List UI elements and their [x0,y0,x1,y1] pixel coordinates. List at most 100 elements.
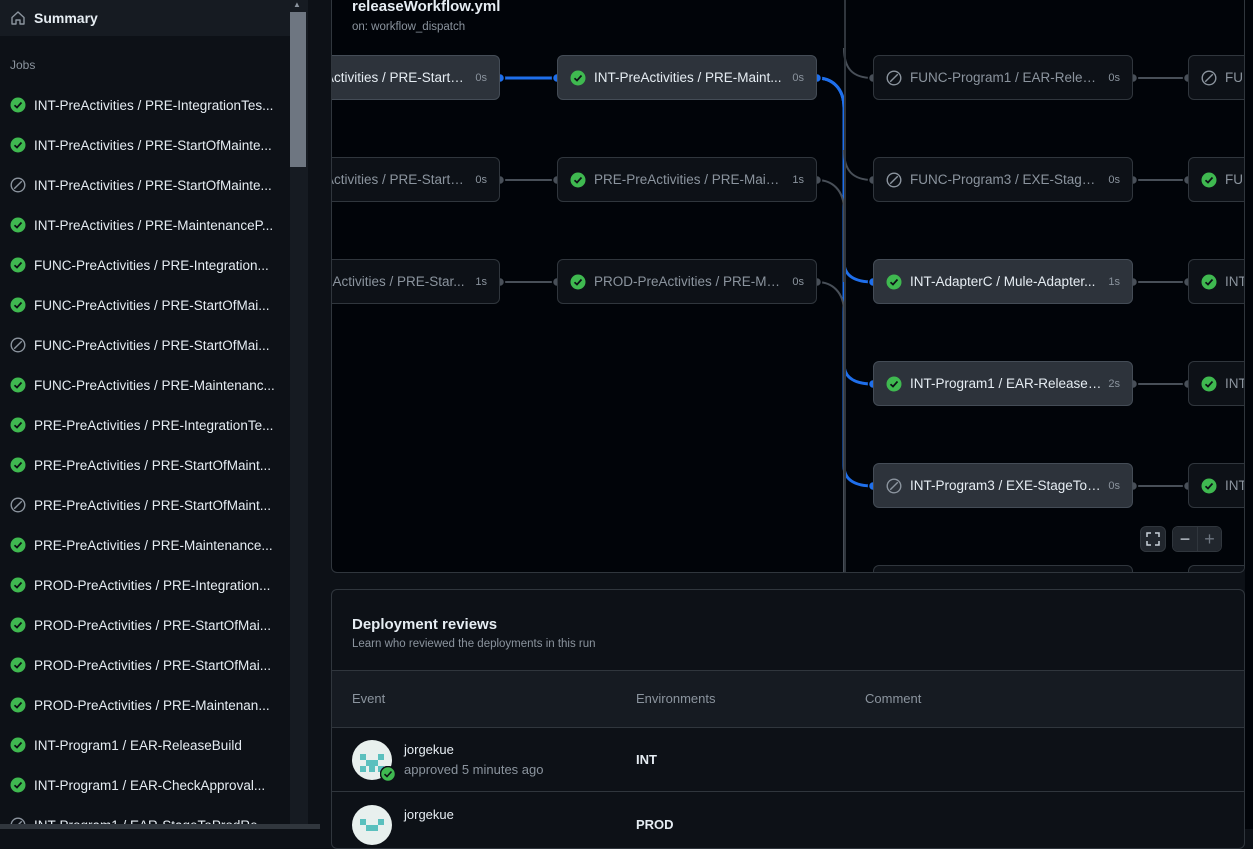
column-header-event: Event [352,691,386,706]
graph-job-node[interactable]: INT [1188,463,1244,508]
job-name: INT-Program1 / EAR-ReleaseBuild [34,737,242,753]
zoom-out-button[interactable]: − [1173,527,1197,551]
check-circle-icon [1201,376,1217,391]
job-name: PROD-PreActivities / PRE-Maintenan... [34,697,270,713]
check-circle-icon [10,617,26,633]
check-circle-icon [570,274,586,289]
workflow-title[interactable]: releaseWorkflow.yml [352,0,500,15]
sidebar-job-item[interactable]: PROD-PreActivities / PRE-Maintenan... [0,685,290,725]
check-circle-icon [10,457,26,473]
sidebar-job-item[interactable]: FUNC-PreActivities / PRE-StartOfMai... [0,325,290,365]
check-circle-icon [10,377,26,393]
sidebar-job-item[interactable]: INT-PreActivities / PRE-MaintenanceP... [0,205,290,245]
check-circle-icon [10,577,26,593]
reviewer-name[interactable]: jorgekue [404,742,454,757]
reviewer-name[interactable]: jorgekue [404,807,454,822]
check-circle-icon [570,70,586,85]
home-icon [11,11,25,25]
horizontal-scrollbar[interactable] [0,824,320,829]
skipped-icon [886,171,902,188]
sidebar-job-item[interactable]: FUNC-PreActivities / PRE-Integration... [0,245,290,285]
sidebar-job-item[interactable]: PROD-PreActivities / PRE-StartOfMai... [0,605,290,645]
node-duration: 0s [475,173,487,186]
check-circle-icon [886,274,902,289]
jobs-heading: Jobs [10,58,36,72]
check-circle-icon [10,777,26,793]
sidebar-job-item[interactable]: INT-Program1 / EAR-ReleaseBuild [0,725,290,765]
reviews-description: Learn who reviewed the deployments in th… [352,638,596,650]
job-name: PROD-PreActivities / PRE-StartOfMai... [34,657,272,673]
graph-job-node[interactable]: FUI [1188,157,1245,202]
job-name: PRE-PreActivities / PRE-IntegrationTe... [34,417,274,433]
sidebar-job-item[interactable]: PROD-PreActivities / PRE-Integration... [0,565,290,605]
job-name: INT-PreActivities / PRE-IntegrationTes..… [34,97,274,113]
graph-job-node[interactable]: PRE-PreActivities / PRE-Maint... 1s [557,157,817,202]
node-job-name: FUI [1225,172,1245,187]
graph-job-node[interactable]: INT-Program1 / EAR-ReleaseB... 2s [873,361,1133,406]
node-job-name: INT [1225,376,1245,391]
summary-link[interactable]: Summary [0,0,290,36]
node-job-name: eActivities / PRE-Star... [331,274,465,289]
node-duration: 0s [1108,71,1120,84]
node-duration: 0s [1108,479,1120,492]
zoom-in-button[interactable]: + [1197,527,1221,551]
graph-job-node[interactable]: PROD-PreActivities / PRE-Mai... 0s [557,259,817,304]
sidebar-scrollbar-thumb[interactable] [290,12,306,167]
node-duration: 0s [792,275,804,288]
job-name: FUNC-PreActivities / PRE-StartOfMai... [34,337,270,353]
graph-job-node[interactable]: INT-AdapterC / Mule-Adapter... 1s [873,259,1133,304]
check-circle-icon [10,97,26,113]
check-circle-icon [886,376,902,391]
deployment-reviews-panel: Deployment reviews Learn who reviewed th… [331,589,1245,849]
skipped-icon [1201,69,1217,86]
check-circle-icon [10,137,26,153]
sidebar-job-item[interactable]: INT-Program1 / EAR-CheckApproval... [0,765,290,805]
sidebar-job-item[interactable]: FUNC-PreActivities / PRE-StartOfMai... [0,285,290,325]
approved-check-icon [380,766,396,782]
check-circle-icon [10,257,26,273]
sidebar-job-item[interactable]: INT-PreActivities / PRE-IntegrationTes..… [0,85,290,125]
graph-column-divider [844,0,846,572]
node-duration: 1s [475,275,487,288]
sidebar-job-item[interactable]: PRE-PreActivities / PRE-StartOfMaint... [0,485,290,525]
sidebar-job-item[interactable]: PRE-PreActivities / PRE-IntegrationTe... [0,405,290,445]
graph-job-node[interactable]: INT-PreActivities / PRE-Maint... 0s [557,55,817,100]
column-header-environments: Environments [636,691,716,706]
node-duration: 2s [1108,377,1120,390]
column-header-comment: Comment [865,691,922,706]
sidebar-job-item[interactable]: FUNC-PreActivities / PRE-Maintenanc... [0,365,290,405]
node-duration: 0s [792,71,804,84]
sidebar-job-item[interactable]: PRE-PreActivities / PRE-Maintenance... [0,525,290,565]
fullscreen-button[interactable] [1140,526,1166,552]
graph-job-node[interactable] [873,565,1133,572]
avatar[interactable] [352,805,392,845]
page-scrollbar[interactable] [1245,0,1253,829]
review-action: approved 5 minutes ago [404,762,544,777]
graph-job-node[interactable]: FUI [1188,55,1244,100]
node-duration: 1s [792,173,804,186]
check-circle-icon [1201,172,1217,187]
sidebar-job-item[interactable]: PROD-PreActivities / PRE-StartOfMai... [0,645,290,685]
check-circle-icon [10,217,26,233]
graph-job-node[interactable]: Activities / PRE-StartO... 0s [332,157,500,202]
job-name: INT-Program1 / EAR-CheckApproval... [34,777,266,793]
scroll-up-arrow-icon[interactable]: ▲ [293,0,303,10]
node-duration: 1s [1108,275,1120,288]
graph-job-node[interactable]: eActivities / PRE-Star... 1s [331,259,500,304]
sidebar-job-item[interactable]: INT-PreActivities / PRE-StartOfMainte... [0,125,290,165]
node-duration: 0s [475,71,487,84]
graph-job-node[interactable]: INT [1188,361,1245,406]
graph-job-node[interactable]: Activities / PRE-StartO... 0s [332,55,500,100]
workflow-graph[interactable]: releaseWorkflow.yml on: workflow_dispatc… [331,0,1245,573]
skipped-icon [886,477,902,494]
graph-job-node[interactable]: FUNC-Program1 / EAR-Releas... 0s [873,55,1133,100]
node-job-name: INT-Program1 / EAR-ReleaseB... [910,376,1103,391]
sidebar-job-item[interactable]: INT-PreActivities / PRE-StartOfMainte... [0,165,290,205]
graph-job-node[interactable] [1188,565,1244,572]
graph-job-node[interactable]: INT [1188,259,1244,304]
zoom-button-group: − + [1172,526,1222,552]
graph-job-node[interactable]: FUNC-Program3 / EXE-StageT... 0s [873,157,1133,202]
sidebar-job-item[interactable]: PRE-PreActivities / PRE-StartOfMaint... [0,445,290,485]
graph-job-node[interactable]: INT-Program3 / EXE-StageToP... 0s [873,463,1133,508]
skipped-icon [10,337,26,353]
